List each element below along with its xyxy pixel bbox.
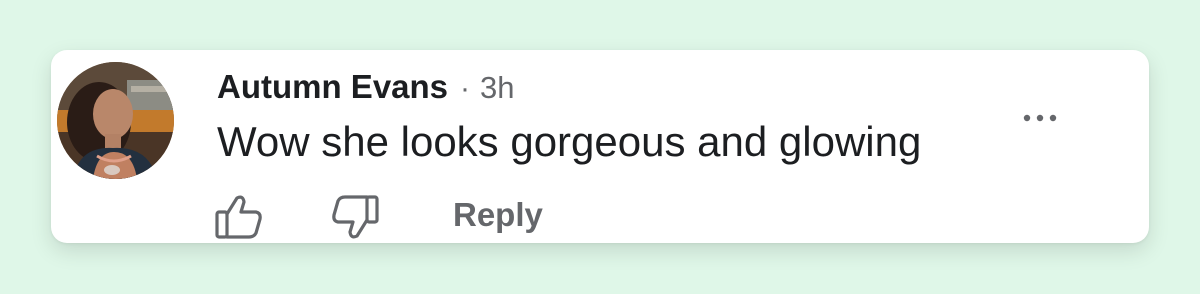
more-options-button[interactable]	[1015, 104, 1065, 132]
dislike-button[interactable]	[330, 192, 382, 242]
thumbs-down-icon	[332, 195, 379, 239]
separator-dot: ·	[460, 72, 471, 105]
author-name[interactable]: Autumn Evans	[217, 68, 448, 106]
comment-card: Autumn Evans · 3h Wow she looks gorgeous…	[51, 50, 1149, 243]
comment-header: Autumn Evans · 3h	[217, 68, 515, 106]
timestamp[interactable]: 3h	[480, 70, 514, 106]
avatar[interactable]	[57, 62, 174, 179]
reply-button[interactable]: Reply	[453, 196, 543, 234]
comment-text: Wow she looks gorgeous and glowing	[217, 118, 922, 165]
thumbs-up-icon	[215, 195, 262, 239]
like-button[interactable]	[213, 192, 265, 242]
ellipsis-icon	[1023, 114, 1057, 122]
avatar-photo	[57, 62, 174, 179]
